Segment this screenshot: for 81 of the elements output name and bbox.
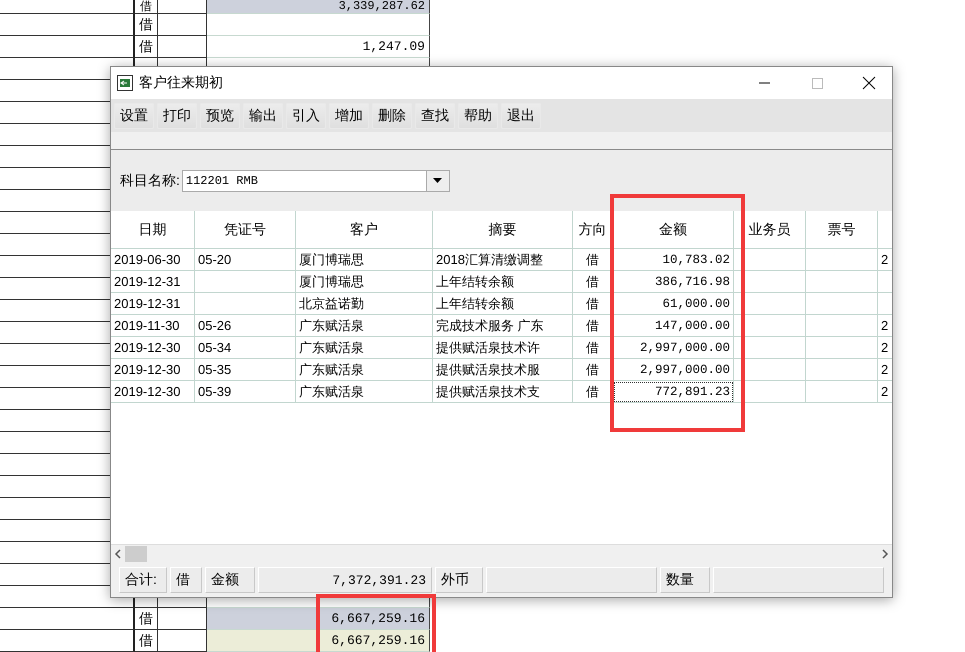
table-cell: 广东赋活泉 xyxy=(296,315,433,337)
table-cell: 61,000.00 xyxy=(613,293,734,315)
table-cell: 6,667,259.16 xyxy=(207,608,430,630)
table-cell: 2019-06-30 xyxy=(111,249,195,271)
column-header[interactable]: 日期 xyxy=(111,211,195,249)
toolbar-button[interactable]: 删除 xyxy=(372,102,412,128)
status-label: 数量 xyxy=(660,567,710,593)
table-cell: 386,716.98 xyxy=(613,271,734,293)
table-cell: 完成技术服务 广东 xyxy=(433,315,573,337)
subject-dropdown[interactable]: 112201 RMB xyxy=(182,170,450,192)
table-cell: 广东赋活泉 xyxy=(296,381,433,403)
table-cell: 2,997,000.00 xyxy=(613,359,734,381)
table-cell: 1,247.09 xyxy=(207,36,430,58)
table-cell: 借 xyxy=(135,0,158,14)
table-cell: 147,000.00 xyxy=(613,315,734,337)
status-value: 借 xyxy=(170,567,202,593)
table-cell: 北京益诺勤 xyxy=(296,293,433,315)
field-label: 科目名称: xyxy=(120,172,180,190)
table-cell: 借 xyxy=(573,381,613,403)
table-cell: 2 xyxy=(878,249,892,271)
toolbar-button[interactable]: 预览 xyxy=(200,102,240,128)
column-header[interactable]: 客户 xyxy=(296,211,433,249)
table-cell: 借 xyxy=(135,630,158,652)
table-cell: 2019-12-30 xyxy=(111,359,195,381)
toolbar-button[interactable]: 帮助 xyxy=(458,102,498,128)
table-cell: 2019-12-30 xyxy=(111,337,195,359)
table-cell: 2,997,000.00 xyxy=(613,337,734,359)
table-cell: 2019-12-31 xyxy=(111,293,195,315)
table-cell: 广东赋活泉 xyxy=(296,337,433,359)
table-cell: 05-34 xyxy=(195,337,296,359)
status-label: 外币 xyxy=(435,567,483,593)
status-label: 合计: xyxy=(119,567,167,593)
table-cell: 2019-11-30 xyxy=(111,315,195,337)
table-cell: 广东赋活泉 xyxy=(296,359,433,381)
table-cell: 厦门博瑞思 xyxy=(296,271,433,293)
table-cell: 2 xyxy=(878,359,892,381)
status-value: 7,372,391.23 xyxy=(258,567,432,593)
table-cell: 2019-12-30 xyxy=(111,381,195,403)
toolbar-button[interactable]: 查找 xyxy=(415,102,455,128)
table-cell: 05-20 xyxy=(195,249,296,271)
table-cell: 05-35 xyxy=(195,359,296,381)
table-cell: 2 xyxy=(878,381,892,403)
toolbar-button[interactable]: 增加 xyxy=(329,102,369,128)
column-header[interactable]: 凭证号 xyxy=(195,211,296,249)
table-cell: 厦门博瑞思 xyxy=(296,249,433,271)
window-title: 客户往来期初 xyxy=(139,74,224,92)
column-header[interactable]: 票号 xyxy=(806,211,878,249)
table-cell: 提供赋活泉技术支 xyxy=(433,381,573,403)
toolbar-button[interactable]: 输出 xyxy=(243,102,283,128)
column-header[interactable]: 方向 xyxy=(573,211,613,249)
table-cell: 借 xyxy=(573,271,613,293)
table-cell: 提供赋活泉技术许 xyxy=(433,337,573,359)
table-cell: 6,667,259.16 xyxy=(207,630,430,652)
toolbar-button[interactable]: 设置 xyxy=(114,102,154,128)
table-cell: 2 xyxy=(878,337,892,359)
table-cell: 借 xyxy=(135,608,158,630)
table-cell: 借 xyxy=(573,337,613,359)
table-cell: 提供赋活泉技术服 xyxy=(433,359,573,381)
table-cell: 2019-12-31 xyxy=(111,271,195,293)
table-cell: 2018汇算清缴调整 xyxy=(433,249,573,271)
table-cell: 2 xyxy=(878,315,892,337)
table-cell: 上年结转余额 xyxy=(433,271,573,293)
column-header[interactable]: 业务员 xyxy=(734,211,806,249)
table-cell: 上年结转余额 xyxy=(433,293,573,315)
table-cell: 借 xyxy=(573,359,613,381)
toolbar-button[interactable]: 引入 xyxy=(286,102,326,128)
status-label: 金额 xyxy=(205,567,255,593)
table-cell: 3,339,287.62 xyxy=(207,0,430,14)
table-cell: 借 xyxy=(135,14,158,36)
table-cell: 借 xyxy=(573,249,613,271)
table-cell: 借 xyxy=(135,36,158,58)
toolbar-button[interactable]: 退出 xyxy=(501,102,541,128)
toolbar-button[interactable]: 打印 xyxy=(157,102,197,128)
table-cell: 借 xyxy=(573,315,613,337)
table-cell: 05-39 xyxy=(195,381,296,403)
column-header[interactable]: 摘要 xyxy=(433,211,573,249)
table-cell: 05-26 xyxy=(195,315,296,337)
column-header[interactable]: 金额 xyxy=(613,211,734,249)
table-cell: 借 xyxy=(573,293,613,315)
table-cell: 772,891.23 xyxy=(613,381,734,403)
table-cell: 10,783.02 xyxy=(613,249,734,271)
